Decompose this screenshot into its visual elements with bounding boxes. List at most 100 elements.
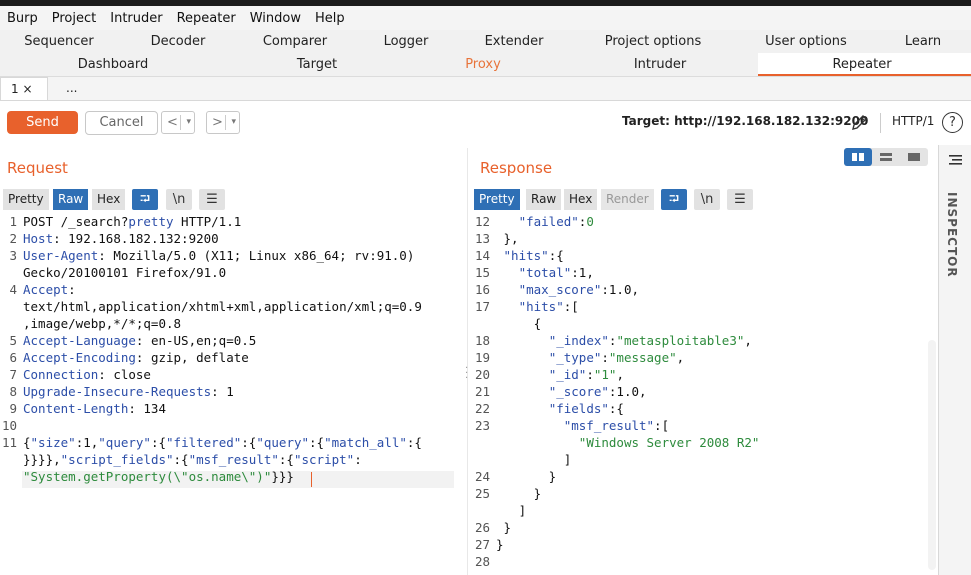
drag-handle-icon[interactable]: · · · <box>465 364 468 384</box>
line-number: 5 <box>9 333 17 348</box>
line-number: 13 <box>474 231 490 246</box>
tab-learn[interactable]: Learn <box>905 30 941 53</box>
line-number: 15 <box>474 265 490 280</box>
code-line: } <box>496 520 512 535</box>
layout-tabs-icon[interactable] <box>900 148 928 166</box>
menu-help[interactable]: Help <box>308 11 352 26</box>
tab-comparer[interactable]: Comparer <box>263 30 327 53</box>
code-token: : gzip, deflate <box>135 350 249 365</box>
code-token: :{ <box>406 435 422 450</box>
inspector-label[interactable]: INSPECTOR <box>945 192 959 278</box>
newline-toggle-icon[interactable]: \n <box>694 189 720 210</box>
send-button[interactable]: Send <box>7 111 78 134</box>
code-line: ,image/webp,*/*;q=0.8 <box>23 316 181 331</box>
code-token: Content-Length <box>23 401 129 416</box>
response-tab-render[interactable]: Render <box>601 189 654 210</box>
menu-bar: Burp Project Intruder Repeater Window He… <box>0 6 971 30</box>
tab-proxy[interactable]: Proxy <box>465 53 501 76</box>
code-token: 0 <box>586 214 594 229</box>
tab-target[interactable]: Target <box>297 53 337 76</box>
wrap-lines-icon[interactable]: ⮒ <box>661 189 687 210</box>
http-version-label[interactable]: HTTP/1 <box>892 114 934 128</box>
code-line: text/html,application/xhtml+xml,applicat… <box>23 299 422 314</box>
history-back-button[interactable]: < ▾ <box>161 111 195 134</box>
response-tab-hex[interactable]: Hex <box>564 189 598 210</box>
code-token: "metasploitable3" <box>616 333 745 348</box>
line-number: 18 <box>474 333 490 348</box>
response-scrollbar[interactable] <box>928 340 936 570</box>
code-line: "msf_result":[ <box>496 418 669 433</box>
menu-burp[interactable]: Burp <box>0 11 45 26</box>
code-token: text/html,application/xhtml+xml,applicat… <box>23 299 422 314</box>
code-token: HTTP/1.1 <box>173 214 242 229</box>
menu-intruder[interactable]: Intruder <box>103 11 169 26</box>
chevron-down-icon[interactable]: ▾ <box>186 112 191 133</box>
chevron-right-icon: > <box>212 115 223 130</box>
cancel-button[interactable]: Cancel <box>85 111 158 135</box>
menu-project[interactable]: Project <box>45 11 103 26</box>
layout-side-by-side-icon[interactable] <box>844 148 872 166</box>
code-token: "System.getProperty(\"os.name\")" <box>23 469 272 484</box>
code-token: "match_all" <box>324 435 407 450</box>
code-token: : en-US,en;q=0.5 <box>135 333 257 348</box>
code-token: : 192.168.182.132:9200 <box>53 231 219 246</box>
tab-decoder[interactable]: Decoder <box>151 30 206 53</box>
tab-dashboard[interactable]: Dashboard <box>78 53 149 76</box>
menu-icon[interactable]: ☰ <box>727 189 753 210</box>
subtab-new[interactable]: ... <box>66 77 77 100</box>
line-number: 24 <box>474 469 490 484</box>
help-icon[interactable]: ? <box>942 112 963 133</box>
tab-project-options[interactable]: Project options <box>605 30 702 53</box>
menu-window[interactable]: Window <box>243 11 308 26</box>
newline-toggle-icon[interactable]: \n <box>166 189 192 210</box>
tab-logger[interactable]: Logger <box>384 30 429 53</box>
chevron-down-icon[interactable]: ▾ <box>231 112 236 133</box>
code-line: "total":1, <box>496 265 594 280</box>
button-separator <box>180 115 181 130</box>
request-tab-hex[interactable]: Hex <box>92 189 126 210</box>
menu-repeater[interactable]: Repeater <box>170 11 243 26</box>
tab-sequencer[interactable]: Sequencer <box>24 30 93 53</box>
tab-intruder[interactable]: Intruder <box>634 53 686 76</box>
layout-stacked-icon[interactable] <box>872 148 900 166</box>
code-token: "hits" <box>503 248 549 263</box>
wrap-lines-icon[interactable]: ⮒ <box>132 189 158 210</box>
line-number: 2 <box>9 231 17 246</box>
request-title: Request <box>7 159 68 177</box>
code-line: "_index":"metasploitable3", <box>496 333 752 348</box>
code-line: } <box>496 486 542 501</box>
code-token: ,image/webp,*/*;q=0.8 <box>23 316 182 331</box>
code-token: "filtered" <box>166 435 242 450</box>
panel-divider[interactable] <box>467 148 468 575</box>
tab-extender[interactable]: Extender <box>485 30 544 53</box>
request-tab-raw[interactable]: Raw <box>53 189 89 210</box>
pencil-icon[interactable] <box>850 112 870 136</box>
line-number: 19 <box>474 350 490 365</box>
line-number: 4 <box>9 282 17 297</box>
inspector-menu-icon[interactable] <box>947 154 963 170</box>
subtab-1[interactable]: 1 × <box>0 77 48 100</box>
code-token: "total" <box>518 265 572 280</box>
code-token: Host <box>23 231 54 246</box>
response-tab-raw[interactable]: Raw <box>526 189 562 210</box>
menu-icon[interactable]: ☰ <box>199 189 225 210</box>
tab-repeater[interactable]: Repeater <box>832 53 891 76</box>
code-token: "message" <box>608 350 677 365</box>
line-number: 6 <box>9 350 17 365</box>
code-line: "Windows Server 2008 R2" <box>496 435 760 450</box>
tab-user-options[interactable]: User options <box>765 30 847 53</box>
code-token: :{ <box>278 452 294 467</box>
code-token: :[ <box>654 418 670 433</box>
request-tab-pretty[interactable]: Pretty <box>3 189 49 210</box>
code-line: User-Agent: Mozilla/5.0 (X11; Linux x86_… <box>23 248 414 263</box>
response-tab-pretty[interactable]: Pretty <box>474 189 520 210</box>
history-forward-button[interactable]: > ▾ <box>206 111 240 134</box>
code-token: :1.0, <box>608 384 647 399</box>
